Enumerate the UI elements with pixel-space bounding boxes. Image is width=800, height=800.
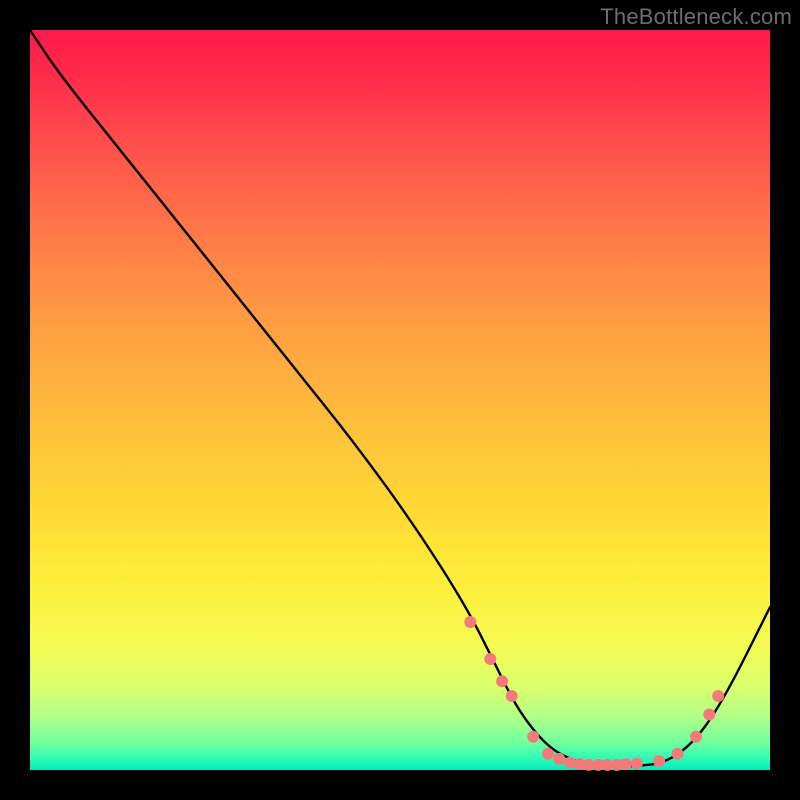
chart-frame: TheBottleneck.com (0, 0, 800, 800)
chart-svg (30, 30, 770, 770)
marker-dot (506, 690, 518, 702)
marker-dot (527, 731, 539, 743)
plot-area (30, 30, 770, 770)
marker-dot (620, 758, 632, 770)
watermark-text: TheBottleneck.com (600, 4, 792, 30)
marker-dot (712, 690, 724, 702)
marker-dot (553, 753, 565, 765)
marker-dot (496, 675, 508, 687)
marker-dot (690, 731, 702, 743)
marker-dot (484, 653, 496, 665)
marker-dot (653, 755, 665, 767)
marker-dot (703, 709, 715, 721)
curve-line (30, 30, 770, 766)
marker-dot (464, 616, 476, 628)
marker-dot (631, 757, 643, 769)
marker-dot (542, 748, 554, 760)
marker-dot (672, 748, 684, 760)
